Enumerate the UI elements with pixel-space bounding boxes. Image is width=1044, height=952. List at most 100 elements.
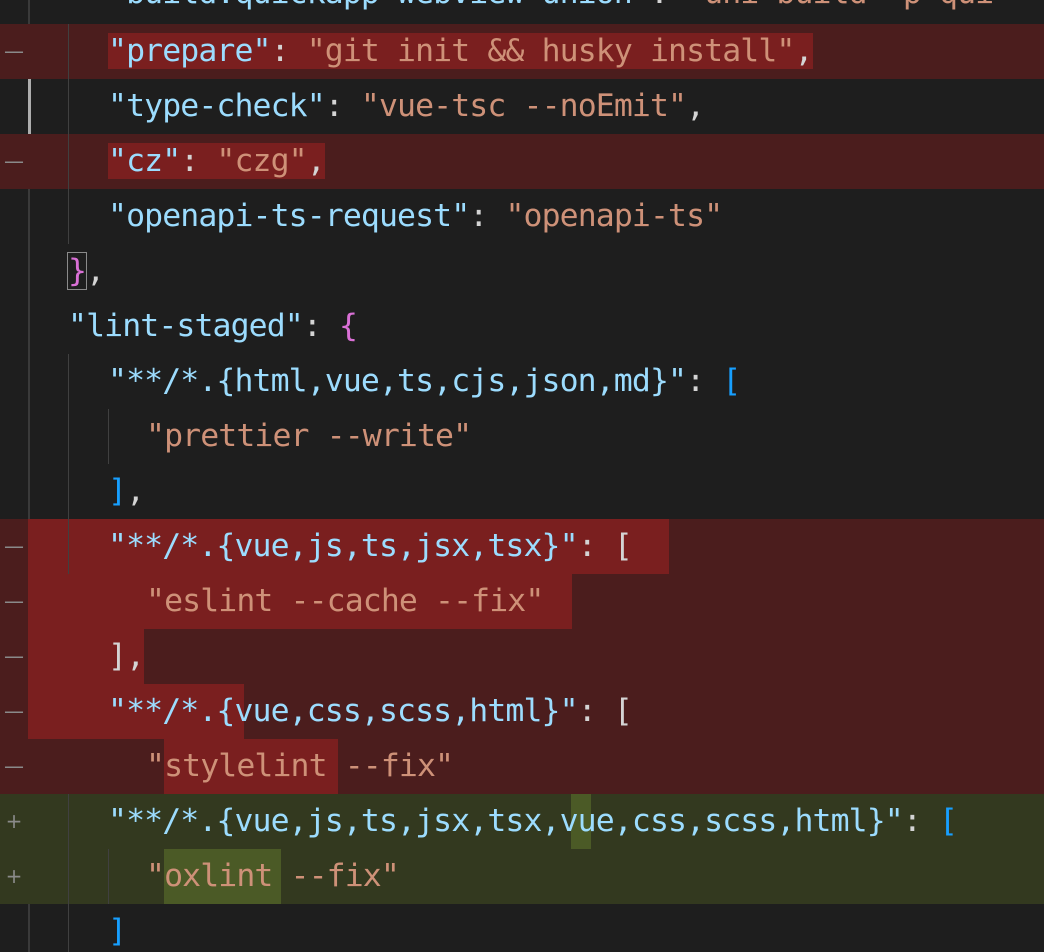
code-text: "lint-staged": {	[68, 299, 358, 354]
indent-guide	[68, 24, 69, 79]
code-text: "prepare": "git init && husky install",	[108, 24, 813, 79]
json-string: "eslint --cache --fix"	[146, 583, 544, 619]
json-string: "czg"	[216, 143, 307, 179]
code-text: "cz": "czg",	[108, 134, 326, 189]
code-text: },	[66, 244, 105, 299]
json-string: "prettier --write"	[146, 418, 472, 454]
line-marker	[0, 299, 28, 354]
opening-bracket: [	[613, 528, 633, 564]
opening-bracket: [	[722, 363, 741, 399]
code-text: ],	[108, 464, 145, 519]
indent-guide	[68, 849, 69, 904]
code-text: "prettier --write"	[146, 409, 472, 464]
indent-guide	[68, 79, 69, 134]
json-key: "**/*.{vue,js,ts,jsx,tsx,vue,css,scss,ht…	[108, 803, 904, 839]
deleted-line-marker[interactable]: —	[0, 629, 28, 684]
diff-editor[interactable]: "build:quickapp-webview-union": "uni bui…	[0, 0, 1044, 952]
json-separator: :	[324, 88, 361, 124]
opening-bracket: [	[938, 803, 958, 839]
code-text: ],	[108, 629, 145, 684]
indent-guide	[68, 794, 69, 849]
json-separator: :	[577, 693, 614, 729]
line-marker	[0, 464, 28, 519]
json-string: "vue-tsc --noEmit"	[360, 88, 687, 124]
opening-bracket: [	[613, 693, 633, 729]
json-comma: ,	[306, 143, 326, 179]
line-marker	[0, 409, 28, 464]
json-string: "stylelint --fix"	[146, 748, 454, 784]
json-comma: ,	[686, 88, 705, 124]
json-string: "oxlint --fix"	[146, 858, 400, 894]
code-line-openapi[interactable]: "openapi-ts-request": "openapi-ts"	[0, 189, 1044, 244]
json-comma: ,	[86, 253, 105, 289]
opening-brace: {	[338, 308, 358, 344]
json-separator: :	[469, 198, 506, 234]
json-comma: ,	[126, 638, 145, 674]
indent-guide	[68, 189, 69, 244]
json-key: "**/*.{vue,css,scss,html}"	[108, 693, 579, 729]
line-marker	[0, 244, 28, 299]
code-text: "stylelint --fix"	[146, 739, 454, 794]
code-line-close-oxlint[interactable]: ]	[0, 904, 1044, 952]
deleted-line-marker[interactable]: —	[0, 24, 28, 79]
json-key: "cz"	[108, 143, 181, 179]
code-text: "openapi-ts-request": "openapi-ts"	[108, 189, 723, 244]
indent-guide	[68, 464, 69, 519]
json-key: "type-check"	[108, 88, 326, 124]
added-line-marker[interactable]: +	[0, 849, 28, 904]
code-line-prepare[interactable]: — "prepare": "git init && husky install"…	[0, 24, 1044, 79]
code-text: "**/*.{vue,css,scss,html}": [	[108, 684, 633, 739]
current-line-marker	[28, 79, 31, 134]
code-text: "**/*.{vue,js,ts,jsx,tsx,vue,css,scss,ht…	[108, 794, 958, 849]
json-string: "openapi-ts"	[505, 198, 723, 234]
deleted-line-marker[interactable]: —	[0, 519, 28, 574]
code-line-glob-oxlint[interactable]: + "**/*.{vue,js,ts,jsx,tsx,vue,css,scss,…	[0, 794, 1044, 849]
json-string: "git init && husky install"	[306, 33, 796, 69]
deleted-line-marker[interactable]: —	[0, 134, 28, 189]
json-separator: :	[686, 363, 723, 399]
json-key: "**/*.{vue,js,ts,jsx,tsx}"	[108, 528, 579, 564]
code-line-glob-stylelint[interactable]: — "**/*.{vue,css,scss,html}": [	[0, 684, 1044, 739]
code-line-cz[interactable]: — "cz": "czg",	[0, 134, 1044, 189]
indent-guide	[68, 134, 69, 189]
code-line-lint-staged[interactable]: "lint-staged": {	[0, 299, 1044, 354]
code-line-eslint[interactable]: — "eslint --cache --fix"	[0, 574, 1044, 629]
indent-guide	[68, 354, 69, 409]
code-line-close-scripts[interactable]: },	[0, 244, 1044, 299]
code-line-oxlint[interactable]: + "oxlint --fix"	[0, 849, 1044, 904]
code-line-prettier[interactable]: "prettier --write"	[0, 409, 1044, 464]
code-text: "**/*.{vue,js,ts,jsx,tsx}": [	[108, 519, 633, 574]
json-separator: :	[180, 143, 217, 179]
json-separator: :	[650, 0, 686, 11]
line-marker	[0, 79, 28, 134]
line-marker	[0, 354, 28, 409]
code-line-stylelint[interactable]: — "stylelint --fix"	[0, 739, 1044, 794]
deleted-line-marker[interactable]: —	[0, 574, 28, 629]
json-comma: ,	[126, 473, 145, 509]
added-line-marker[interactable]: +	[0, 794, 28, 849]
json-key: "build:quickapp-webview-union"	[108, 0, 651, 11]
closing-bracket: ]	[108, 638, 127, 674]
json-comma: ,	[794, 33, 813, 69]
json-string: "uni build -p qui	[686, 0, 994, 11]
json-key: "lint-staged"	[68, 308, 304, 344]
deleted-line-marker[interactable]: —	[0, 684, 28, 739]
code-line-partial: "build:quickapp-webview-union": "uni bui…	[108, 0, 994, 21]
code-line-close-eslint[interactable]: — ],	[0, 629, 1044, 684]
closing-brace: }	[66, 252, 88, 290]
closing-bracket: ]	[108, 913, 127, 949]
code-line-glob-eslint[interactable]: — "**/*.{vue,js,ts,jsx,tsx}": [	[0, 519, 1044, 574]
code-line-glob-prettier[interactable]: "**/*.{html,vue,ts,cjs,json,md}": [	[0, 354, 1044, 409]
code-line-close-prettier[interactable]: ],	[0, 464, 1044, 519]
deleted-line-marker[interactable]: —	[0, 739, 28, 794]
indent-guide	[68, 904, 69, 952]
indent-guide	[68, 409, 69, 464]
closing-bracket: ]	[108, 473, 127, 509]
json-separator: :	[270, 33, 307, 69]
json-separator: :	[577, 528, 614, 564]
json-key: "**/*.{html,vue,ts,cjs,json,md}"	[108, 363, 687, 399]
code-text: "type-check": "vue-tsc --noEmit",	[108, 79, 705, 134]
code-text: "eslint --cache --fix"	[146, 574, 544, 629]
indent-guide	[68, 519, 69, 574]
code-line-type-check[interactable]: "type-check": "vue-tsc --noEmit",	[0, 79, 1044, 134]
